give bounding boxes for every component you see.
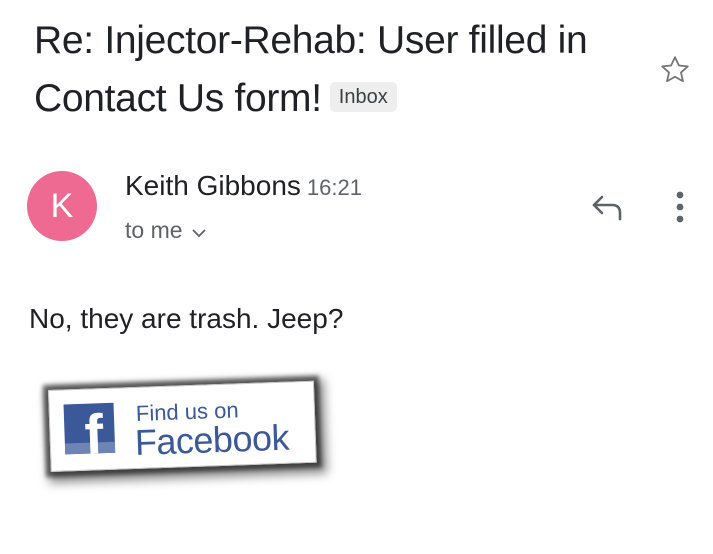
chevron-down-icon (191, 218, 207, 245)
sender-line: Keith Gibbons 16:21 (125, 170, 362, 202)
recipient-toggle[interactable]: to me (125, 217, 207, 245)
facebook-logo-icon: f (63, 402, 116, 455)
subject-text: Re: Injector-Rehab: User filled in Conta… (34, 19, 588, 120)
fb-brand-text: Facebook (134, 416, 290, 463)
inbox-label-badge[interactable]: Inbox (329, 82, 397, 112)
star-icon[interactable] (657, 52, 693, 88)
more-vert-icon[interactable] (666, 187, 694, 227)
reply-icon[interactable] (588, 189, 628, 225)
recipient-text: to me (125, 217, 183, 243)
find-us-on-facebook-badge[interactable]: f Find us on Facebook (48, 380, 317, 472)
email-view: Re: Injector-Rehab: User filled in Conta… (0, 0, 713, 554)
sender-avatar[interactable]: K (27, 171, 97, 241)
message-body: No, they are trash. Jeep? (29, 303, 344, 334)
sender-name[interactable]: Keith Gibbons (125, 170, 301, 201)
email-subject: Re: Injector-Rehab: User filled in Conta… (34, 12, 644, 128)
message-time: 16:21 (306, 175, 362, 200)
